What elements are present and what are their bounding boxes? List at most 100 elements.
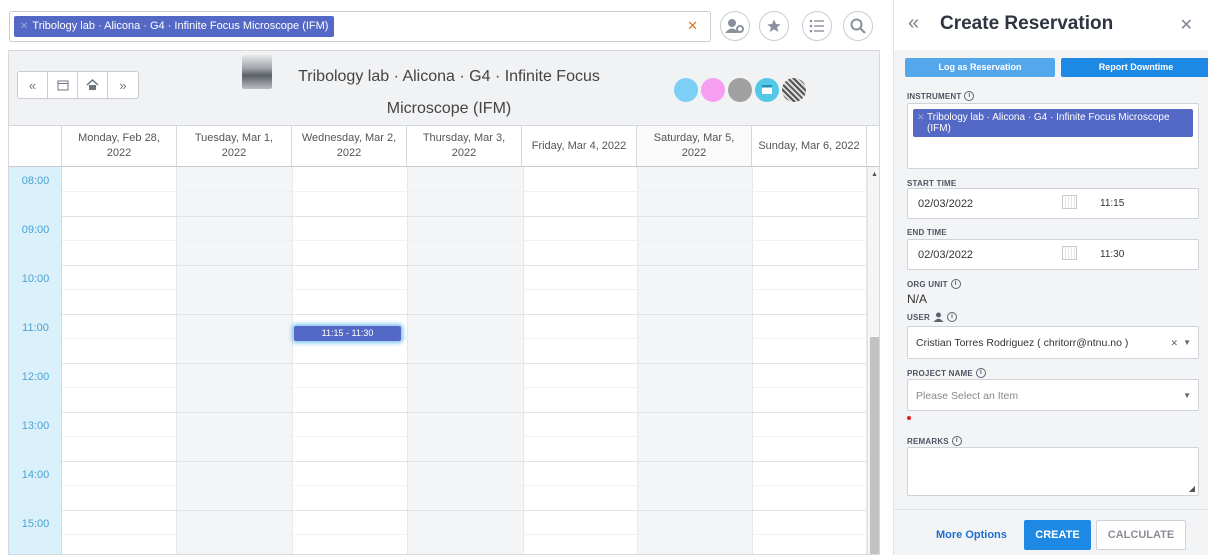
search-button[interactable] [843, 11, 873, 41]
org-unit-value: N/A [907, 292, 928, 306]
double-chevron-right-icon: » [119, 77, 127, 93]
day-column[interactable] [753, 167, 867, 554]
chevron-down-icon[interactable]: ▼ [1183, 338, 1191, 347]
day-column[interactable] [408, 167, 524, 554]
time-label: 15:00 [21, 518, 50, 530]
end-time-value[interactable]: 11:30 [1100, 249, 1124, 260]
log-as-reservation-button[interactable]: Log as Reservation [905, 58, 1055, 77]
create-reservation-panel: « Create Reservation ✕ Log as Reservatio… [893, 0, 1208, 555]
time-label: 08:00 [21, 175, 50, 187]
legend-booking-swatch [755, 78, 779, 102]
calendar-icon[interactable] [1062, 195, 1077, 209]
scroll-up-arrow-icon[interactable]: ▲ [871, 171, 878, 178]
start-time-value[interactable]: 11:15 [1100, 198, 1124, 209]
project-select[interactable]: Please Select an Item ▼ [907, 379, 1199, 411]
user-settings-button[interactable] [720, 11, 750, 41]
day-column[interactable] [638, 167, 753, 554]
day-header-row: Monday, Feb 28, 2022 Tuesday, Mar 1, 202… [9, 125, 879, 167]
collapse-panel-icon[interactable]: « [908, 12, 919, 35]
project-name-label: PROJECT NAME i [907, 368, 986, 378]
calendar-header: « » Tribology lab · Alicona · G4 · Infin… [9, 51, 879, 125]
info-icon[interactable]: i [951, 436, 962, 446]
end-date-value[interactable]: 02/03/2022 [918, 249, 973, 261]
instrument-tag-label: Tribology lab · Alicona · G4 · Infinite … [32, 20, 329, 32]
grid-line [62, 265, 867, 266]
calendar-title: Tribology lab · Alicona · G4 · Infinite … [298, 68, 600, 117]
remarks-label: REMARKS i [907, 436, 962, 446]
instrument-search-bar[interactable]: ✕ Tribology lab · Alicona · G4 · Infinit… [9, 11, 711, 42]
project-placeholder: Please Select an Item [916, 390, 1019, 402]
required-indicator [907, 416, 911, 420]
reservation-block[interactable]: 11:15 - 11:30 [294, 326, 401, 341]
grid-line [62, 216, 867, 217]
day-column[interactable] [62, 167, 177, 554]
instrument-field[interactable]: ✕ Tribology lab · Alicona · G4 · Infinit… [907, 103, 1199, 169]
clear-x-icon[interactable]: ✕ [687, 18, 698, 34]
report-downtime-button[interactable]: Report Downtime [1061, 58, 1208, 77]
calculate-button[interactable]: CALCULATE [1096, 520, 1186, 550]
today-button[interactable] [78, 72, 108, 98]
date-picker-button[interactable] [48, 72, 78, 98]
tag-remove-icon[interactable]: ✕ [20, 16, 28, 37]
grid-line [62, 412, 867, 413]
instrument-label: INSTRUMENT i [907, 91, 975, 101]
legend-pending-swatch [701, 78, 725, 102]
calendar-check-icon [762, 85, 772, 94]
time-grid[interactable]: 08:00 09:00 10:00 11:00 12:00 13:00 14:0… [9, 167, 867, 554]
instrument-tag[interactable]: ✕ Tribology lab · Alicona · G4 · Infinit… [14, 16, 335, 37]
start-date-value[interactable]: 02/03/2022 [918, 198, 973, 210]
grid-line [62, 363, 867, 364]
user-select[interactable]: Cristian Torres Rodriguez ( chritorr@ntn… [907, 326, 1199, 359]
grid-line [62, 289, 867, 290]
day-header-mon: Monday, Feb 28, 2022 [62, 126, 177, 166]
calendar-icon [57, 80, 68, 91]
previous-week-button[interactable]: « [18, 72, 48, 98]
calendar-scrollbar[interactable]: ▲ [867, 167, 879, 554]
time-label: 12:00 [21, 371, 50, 383]
list-view-button[interactable] [802, 11, 832, 41]
day-column[interactable] [177, 167, 293, 554]
star-icon [767, 19, 781, 32]
day-header-wed: Wednesday, Mar 2, 2022 [292, 126, 407, 166]
chevron-down-icon[interactable]: ▼ [1183, 391, 1191, 400]
info-icon[interactable]: i [964, 91, 975, 101]
time-label: 13:00 [21, 420, 50, 432]
time-label: 09:00 [21, 224, 50, 236]
create-button[interactable]: CREATE [1024, 520, 1091, 550]
instrument-photo [242, 55, 272, 89]
calendar-icon[interactable] [1062, 246, 1077, 260]
scrollbar-thumb[interactable] [870, 337, 879, 554]
legend-unavailable-swatch [728, 78, 752, 102]
day-header-tue: Tuesday, Mar 1, 2022 [177, 126, 292, 166]
start-time-field[interactable]: 02/03/2022 11:15 [907, 188, 1199, 219]
list-icon [809, 19, 824, 33]
panel-footer: More Options CREATE CALCULATE [894, 509, 1208, 555]
day-column[interactable] [293, 167, 408, 554]
more-options-link[interactable]: More Options [936, 529, 1007, 541]
grid-line [62, 510, 867, 511]
panel-header: « Create Reservation ✕ [894, 0, 1208, 50]
info-icon[interactable]: i [950, 279, 961, 289]
day-header-sat: Saturday, Mar 5, 2022 [637, 126, 752, 166]
resize-handle-icon[interactable]: ◢ [1189, 484, 1195, 493]
day-column[interactable] [524, 167, 638, 554]
legend-downtime-swatch [782, 78, 806, 102]
time-label: 11:00 [22, 322, 49, 334]
favorites-button[interactable] [759, 11, 789, 41]
grid-line [62, 387, 867, 388]
grid-line [62, 240, 867, 241]
search-icon [850, 18, 866, 34]
tag-remove-icon[interactable]: ✕ [917, 112, 925, 123]
remarks-textarea[interactable]: ◢ [907, 447, 1199, 496]
start-time-label: START TIME [907, 179, 957, 188]
next-week-button[interactable]: » [108, 72, 138, 98]
end-time-field[interactable]: 02/03/2022 11:30 [907, 239, 1199, 270]
clear-x-icon[interactable]: ✕ [1170, 338, 1178, 349]
legend-available-swatch [674, 78, 698, 102]
info-icon[interactable]: i [947, 312, 958, 322]
day-header-fri: Friday, Mar 4, 2022 [522, 126, 637, 166]
user-icon [933, 312, 944, 322]
home-icon [86, 79, 99, 90]
close-icon[interactable]: ✕ [1180, 15, 1193, 35]
info-icon[interactable]: i [975, 368, 986, 378]
